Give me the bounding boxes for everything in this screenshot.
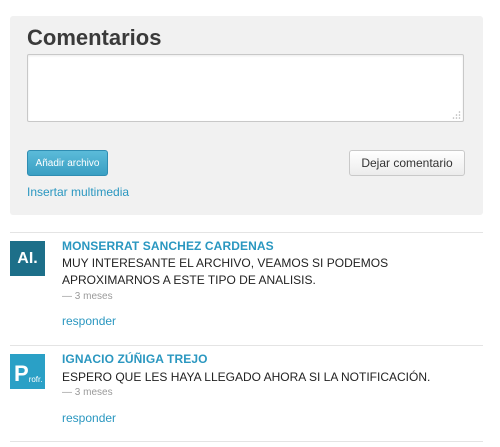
comment-time: — 3 meses [62,291,113,302]
divider [10,232,483,233]
comment-textarea[interactable] [27,54,464,122]
attach-file-button[interactable]: Añadir archivo [27,150,108,176]
comments-title: Comentarios [27,25,162,50]
comments-panel: Comentarios Añadir archivo Dejar comenta… [10,16,483,215]
comment-author[interactable]: MONSERRAT SANCHEZ CARDENAS [62,239,274,253]
resize-grip-icon[interactable] [451,110,461,120]
reply-link[interactable]: responder [62,411,116,425]
divider [10,345,483,346]
leave-comment-button[interactable]: Dejar comentario [349,150,465,176]
comment-text: ESPERO QUE LES HAYA LLEGADO AHORA SI LA … [62,370,431,384]
comment-author[interactable]: IGNACIO ZÚÑIGA TREJO [62,352,208,366]
comment-text: MUY INTERESANTE EL ARCHIVO, VEAMOS SI PO… [62,256,389,287]
divider [10,441,483,442]
avatar[interactable]: P rofr. [10,354,45,389]
avatar[interactable]: AI. [10,241,45,276]
reply-link[interactable]: responder [62,314,116,328]
avatar-text: P [14,361,29,386]
insert-media-link[interactable]: Insertar multimedia [27,185,129,199]
avatar-subtext: rofr. [28,375,43,384]
avatar-text: AI. [17,249,38,267]
comment-time: — 3 meses [62,387,113,398]
